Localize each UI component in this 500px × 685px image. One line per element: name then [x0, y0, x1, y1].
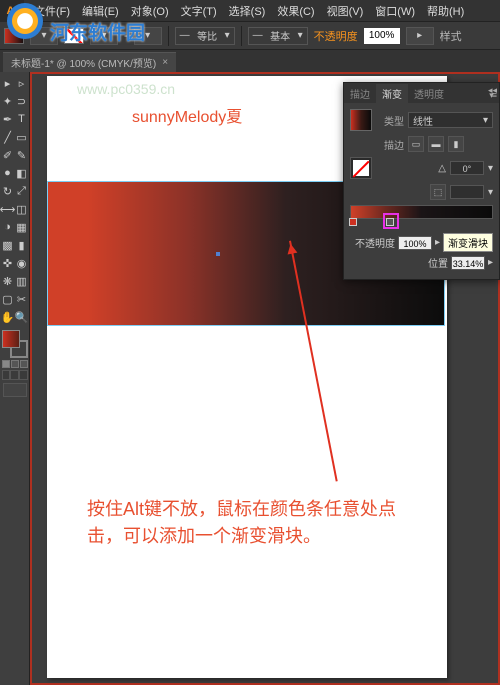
panel-opacity-input[interactable]: 100%: [398, 236, 432, 250]
screen-mode-button[interactable]: [3, 383, 27, 397]
blob-brush-tool[interactable]: ●: [1, 164, 15, 182]
stroke-mode-3-icon[interactable]: ▮: [448, 136, 464, 152]
stroke-mode-2-icon[interactable]: ▬: [428, 136, 444, 152]
panel-tab-stroke[interactable]: 描边: [344, 84, 376, 103]
free-transform-tool[interactable]: ◫: [15, 200, 29, 218]
direct-selection-tool[interactable]: ▹: [15, 74, 29, 92]
opacity-field[interactable]: 100%: [364, 28, 400, 44]
aspect-input[interactable]: [450, 185, 484, 199]
profile-dropdown[interactable]: —等比▾: [175, 27, 235, 45]
graph-tool[interactable]: ▥: [15, 272, 29, 290]
menu-effect[interactable]: 效果(C): [273, 1, 318, 21]
panel-location-input[interactable]: 33.14%: [451, 256, 485, 270]
lasso-tool[interactable]: ⊃: [15, 92, 29, 110]
document-tab[interactable]: 未标题-1* @ 100% (CMYK/预览) ×: [3, 52, 176, 72]
angle-dropdown-icon[interactable]: ▾: [488, 163, 493, 174]
menu-window[interactable]: 窗口(W): [371, 1, 419, 21]
brush-dropdown[interactable]: —基本▾: [248, 27, 308, 45]
gradient-stop-1[interactable]: [349, 218, 357, 226]
opacity-label: 不透明度: [314, 28, 358, 44]
document-tab-strip: 未标题-1* @ 100% (CMYK/预览) ×: [0, 50, 500, 72]
document-tab-title: 未标题-1* @ 100% (CMYK/预览): [11, 55, 156, 70]
gradient-panel: ◂◂ 描边 渐变 透明度 ▾≡ 类型 线性▾ 描边 ▭ ▬ ▮: [343, 82, 500, 280]
menu-select[interactable]: 选择(S): [225, 1, 270, 21]
pencil-tool[interactable]: ✎: [15, 146, 29, 164]
annotation-highlight-box: [383, 213, 399, 229]
draw-mode-row[interactable]: [2, 370, 28, 380]
canvas-area[interactable]: www.pc0359.cn sunnyMelody夏 按住Alt键不放，鼠标在颜…: [30, 72, 500, 685]
panel-location-dropdown-icon[interactable]: ▸: [488, 257, 493, 268]
eraser-tool[interactable]: ◧: [15, 164, 29, 182]
stroke-mode-1-icon[interactable]: ▭: [408, 136, 424, 152]
blend-tool[interactable]: ◉: [15, 254, 29, 272]
aspect-icon[interactable]: ⬚: [430, 184, 446, 200]
rectangle-tool[interactable]: ▭: [15, 128, 29, 146]
scale-tool[interactable]: ⤢: [15, 182, 29, 200]
panel-tab-gradient[interactable]: 渐变: [376, 84, 408, 103]
hand-tool[interactable]: ✋: [1, 308, 15, 326]
tools-panel: ▸▹ ✦⊃ ✒T ╱▭ ✐✎ ●◧ ↻⤢ ⟷◫ ◑▦ ▩▮ ✜◉ ❋▥ ▢✂ ✋…: [0, 72, 30, 685]
slider-tooltip: 渐变滑块: [443, 233, 493, 252]
shape-builder-tool[interactable]: ◑: [1, 218, 15, 236]
close-tab-icon[interactable]: ×: [162, 57, 168, 68]
color-mode-row[interactable]: [2, 360, 28, 368]
magic-wand-tool[interactable]: ✦: [1, 92, 15, 110]
width-tool[interactable]: ⟷: [1, 200, 15, 218]
instruction-text: 按住Alt键不放，鼠标在颜色条任意处点击，可以添加一个渐变滑块。: [87, 496, 427, 550]
artboard-tool[interactable]: ▢: [1, 290, 15, 308]
type-tool[interactable]: T: [15, 110, 29, 128]
type-label: 类型: [376, 113, 404, 128]
line-tool[interactable]: ╱: [1, 128, 15, 146]
paintbrush-tool[interactable]: ✐: [1, 146, 15, 164]
rotate-tool[interactable]: ↻: [1, 182, 15, 200]
menu-help[interactable]: 帮助(H): [423, 1, 468, 21]
gradient-preview-thumb[interactable]: [350, 109, 372, 131]
symbol-sprayer-tool[interactable]: ❋: [1, 272, 15, 290]
zoom-tool[interactable]: 🔍: [15, 308, 29, 326]
gradient-ramp[interactable]: [350, 205, 493, 219]
watermark-author: sunnyMelody夏: [132, 103, 242, 127]
fill-stroke-control[interactable]: [2, 330, 28, 358]
watermark-url: www.pc0359.cn: [77, 81, 175, 97]
type-select[interactable]: 线性▾: [408, 112, 493, 128]
angle-icon: △: [438, 163, 446, 174]
opacity-dropdown[interactable]: ▸: [406, 27, 434, 45]
slice-tool[interactable]: ✂: [15, 290, 29, 308]
center-point-icon: [216, 252, 220, 256]
style-label: 样式: [440, 28, 462, 44]
stroke-none-swatch[interactable]: [350, 157, 372, 179]
site-logo-overlay: 河东软件园: [7, 3, 145, 45]
eyedropper-tool[interactable]: ✜: [1, 254, 15, 272]
panel-location-label: 位置: [428, 255, 448, 270]
angle-input[interactable]: 0°: [450, 161, 484, 175]
panel-opacity-dropdown-icon[interactable]: ▸: [435, 237, 440, 248]
panel-stroke-label: 描边: [376, 137, 404, 152]
menu-type[interactable]: 文字(T): [177, 1, 221, 21]
mesh-tool[interactable]: ▩: [1, 236, 15, 254]
perspective-tool[interactable]: ▦: [15, 218, 29, 236]
aspect-dropdown-icon[interactable]: ▾: [488, 187, 493, 198]
panel-tab-transparency[interactable]: 透明度: [408, 84, 450, 103]
gradient-tool[interactable]: ▮: [15, 236, 29, 254]
panel-tab-strip: 描边 渐变 透明度 ▾≡: [344, 83, 499, 103]
panel-opacity-label: 不透明度: [355, 235, 395, 250]
panel-collapse-icon[interactable]: ◂◂: [488, 85, 497, 96]
selection-tool[interactable]: ▸: [1, 74, 15, 92]
pen-tool[interactable]: ✒: [1, 110, 15, 128]
menu-view[interactable]: 视图(V): [323, 1, 368, 21]
